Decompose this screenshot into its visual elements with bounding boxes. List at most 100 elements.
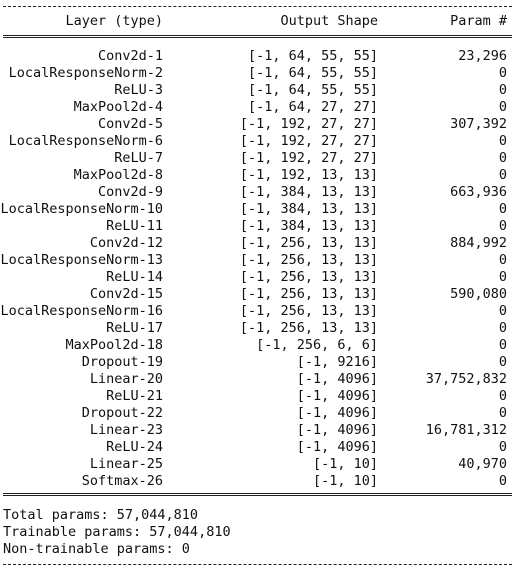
output-shape: [-1, 4096] xyxy=(296,422,378,438)
param-count: 590,080 xyxy=(450,286,507,302)
param-count: 663,936 xyxy=(450,184,507,200)
param-count: 16,781,312 xyxy=(425,422,507,438)
header-output-shape: Output Shape xyxy=(280,13,378,29)
layer-name: ReLU-11 xyxy=(106,218,163,234)
layer-name: Linear-23 xyxy=(89,422,163,438)
output-shape: [-1, 384, 13, 13] xyxy=(239,201,378,217)
param-count: 0 xyxy=(498,388,507,404)
layer-name: Conv2d-12 xyxy=(89,235,163,251)
layer-name: ReLU-21 xyxy=(106,388,163,404)
table-row: Conv2d-15 [-1, 256, 13, 13] 590,080 xyxy=(0,286,517,303)
param-count: 307,392 xyxy=(450,116,507,132)
output-shape: [-1, 256, 13, 13] xyxy=(239,320,378,336)
header-double-rule xyxy=(3,35,512,38)
param-count: 0 xyxy=(498,99,507,115)
param-count: 884,992 xyxy=(450,235,507,251)
output-shape: [-1, 256, 13, 13] xyxy=(239,252,378,268)
output-shape: [-1, 10] xyxy=(312,456,378,472)
table-row: Linear-25 [-1, 10] 40,970 xyxy=(0,456,517,473)
layer-name: ReLU-24 xyxy=(106,439,163,455)
table-row: Conv2d-1 [-1, 64, 55, 55] 23,296 xyxy=(0,48,517,65)
table-row: Linear-20 [-1, 4096] 37,752,832 xyxy=(0,371,517,388)
output-shape: [-1, 384, 13, 13] xyxy=(239,218,378,234)
table-row: Conv2d-12 [-1, 256, 13, 13] 884,992 xyxy=(0,235,517,252)
table-row: LocalResponseNorm-13 [-1, 256, 13, 13] 0 xyxy=(0,252,517,269)
layer-name: LocalResponseNorm-16 xyxy=(0,303,163,319)
layer-name: ReLU-17 xyxy=(106,320,163,336)
footer-double-rule xyxy=(3,493,512,496)
header-param-count: Param # xyxy=(450,13,507,29)
param-count: 0 xyxy=(498,167,507,183)
table-row: MaxPool2d-8 [-1, 192, 13, 13] 0 xyxy=(0,167,517,184)
param-count: 0 xyxy=(498,269,507,285)
output-shape: [-1, 256, 13, 13] xyxy=(239,286,378,302)
layer-name: LocalResponseNorm-6 xyxy=(8,133,163,149)
layer-name: ReLU-14 xyxy=(106,269,163,285)
output-shape: [-1, 256, 6, 6] xyxy=(256,337,378,353)
header-layer: Layer (type) xyxy=(65,13,163,29)
layer-name: LocalResponseNorm-13 xyxy=(0,252,163,268)
layer-name: Softmax-26 xyxy=(81,473,163,489)
output-shape: [-1, 384, 13, 13] xyxy=(239,184,378,200)
param-count: 0 xyxy=(498,337,507,353)
param-count: 0 xyxy=(498,65,507,81)
output-shape: [-1, 64, 55, 55] xyxy=(247,65,378,81)
output-shape: [-1, 256, 13, 13] xyxy=(239,235,378,251)
param-count: 40,970 xyxy=(458,456,507,472)
table-row: ReLU-17 [-1, 256, 13, 13] 0 xyxy=(0,320,517,337)
top-dashed-rule xyxy=(3,6,512,7)
table-row: LocalResponseNorm-6 [-1, 192, 27, 27] 0 xyxy=(0,133,517,150)
table-row: ReLU-11 [-1, 384, 13, 13] 0 xyxy=(0,218,517,235)
layer-name: Dropout-22 xyxy=(81,405,163,421)
bottom-dashed-rule xyxy=(3,564,512,565)
table-row: LocalResponseNorm-16 [-1, 256, 13, 13] 0 xyxy=(0,303,517,320)
table-row: ReLU-24 [-1, 4096] 0 xyxy=(0,439,517,456)
output-shape: [-1, 192, 13, 13] xyxy=(239,167,378,183)
output-shape: [-1, 10] xyxy=(312,473,378,489)
trainable-params: Trainable params: 57,044,810 xyxy=(3,524,231,540)
param-count: 0 xyxy=(498,252,507,268)
layer-name: MaxPool2d-18 xyxy=(65,337,163,353)
param-count: 0 xyxy=(498,354,507,370)
total-params: Total params: 57,044,810 xyxy=(3,507,199,523)
param-count: 23,296 xyxy=(458,48,507,64)
layer-name: LocalResponseNorm-10 xyxy=(0,201,163,217)
model-summary: Layer (type) Output Shape Param # Conv2d… xyxy=(0,0,517,569)
param-count: 0 xyxy=(498,82,507,98)
table-row: Conv2d-9 [-1, 384, 13, 13] 663,936 xyxy=(0,184,517,201)
layer-name: MaxPool2d-4 xyxy=(73,99,163,115)
output-shape: [-1, 192, 27, 27] xyxy=(239,133,378,149)
table-row: Dropout-22 [-1, 4096] 0 xyxy=(0,405,517,422)
output-shape: [-1, 192, 27, 27] xyxy=(239,116,378,132)
layer-name: Conv2d-15 xyxy=(89,286,163,302)
output-shape: [-1, 192, 27, 27] xyxy=(239,150,378,166)
layer-name: ReLU-7 xyxy=(114,150,163,166)
output-shape: [-1, 64, 27, 27] xyxy=(247,99,378,115)
table-row: MaxPool2d-4 [-1, 64, 27, 27] 0 xyxy=(0,99,517,116)
layer-name: Dropout-19 xyxy=(81,354,163,370)
param-count: 0 xyxy=(498,150,507,166)
table-header: Layer (type) Output Shape Param # xyxy=(0,13,517,30)
output-shape: [-1, 4096] xyxy=(296,439,378,455)
layer-name: Linear-20 xyxy=(89,371,163,387)
output-shape: [-1, 4096] xyxy=(296,405,378,421)
output-shape: [-1, 64, 55, 55] xyxy=(247,82,378,98)
param-count: 0 xyxy=(498,473,507,489)
table-row: LocalResponseNorm-10 [-1, 384, 13, 13] 0 xyxy=(0,201,517,218)
layer-name: Linear-25 xyxy=(89,456,163,472)
table-row: ReLU-14 [-1, 256, 13, 13] 0 xyxy=(0,269,517,286)
param-count: 0 xyxy=(498,133,507,149)
param-count: 0 xyxy=(498,320,507,336)
output-shape: [-1, 256, 13, 13] xyxy=(239,303,378,319)
param-count: 0 xyxy=(498,405,507,421)
non-trainable-params: Non-trainable params: 0 xyxy=(3,541,190,557)
layer-name: Conv2d-9 xyxy=(97,184,163,200)
output-shape: [-1, 4096] xyxy=(296,371,378,387)
param-count: 0 xyxy=(498,439,507,455)
output-shape: [-1, 9216] xyxy=(296,354,378,370)
output-shape: [-1, 4096] xyxy=(296,388,378,404)
table-row: Softmax-26 [-1, 10] 0 xyxy=(0,473,517,490)
table-row: ReLU-3 [-1, 64, 55, 55] 0 xyxy=(0,82,517,99)
param-count: 0 xyxy=(498,201,507,217)
table-row: ReLU-21 [-1, 4096] 0 xyxy=(0,388,517,405)
